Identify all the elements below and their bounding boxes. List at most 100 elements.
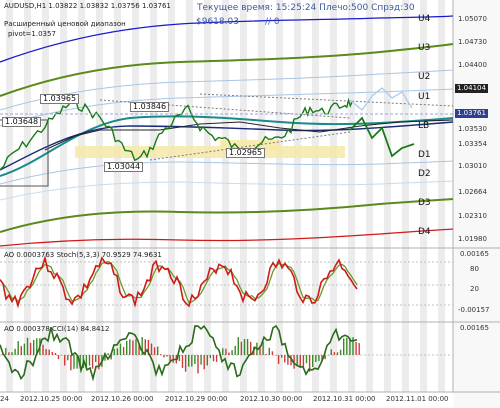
- ao-bar: [88, 355, 91, 366]
- time-label: 2012.10.26 00:00: [91, 395, 154, 403]
- stoch-tick: 20: [470, 285, 479, 293]
- ao-bar: [150, 343, 153, 355]
- ao-bar: [305, 355, 308, 364]
- level-label-lb: LB: [418, 121, 430, 131]
- account-balance: $9618.03: [196, 17, 239, 27]
- ao-bar: [122, 347, 125, 355]
- level-label-u2: U2: [418, 72, 431, 82]
- price-tick: 1.05070: [458, 15, 487, 23]
- session-stripe: [186, 0, 193, 392]
- session-stripe: [78, 0, 85, 392]
- time-label: 2012.10.30 00:00: [240, 395, 303, 403]
- ao-bar: [346, 337, 348, 355]
- price-annotation: 1.03648: [2, 117, 42, 127]
- server-time: Текущее время: 15:25:24 Плечо:500 Спрэд:…: [197, 3, 415, 13]
- price-tick: 1.03530: [458, 125, 487, 133]
- price-tick: 1.04730: [458, 38, 487, 46]
- ao-bar: [51, 351, 53, 355]
- level-label-d4: D4: [418, 227, 431, 237]
- ao-bar: [262, 341, 264, 355]
- session-stripe: [204, 0, 211, 392]
- cci-panel-label: AO 0.000378 CCI(14) 84.8412: [4, 325, 110, 333]
- level-label-u3: U3: [418, 43, 431, 53]
- ao-bar: [153, 347, 156, 355]
- ao-bar: [166, 355, 168, 357]
- session-stripe: [222, 0, 229, 392]
- stoch-tick: -0.00157: [458, 306, 490, 314]
- ao-bar: [17, 341, 19, 355]
- ao-bar: [33, 340, 35, 355]
- ao-bar: [29, 342, 32, 355]
- price-tick: 1.03010: [458, 162, 487, 170]
- ao-bar: [163, 355, 165, 358]
- ao-bar: [126, 340, 128, 355]
- price-tick: 1.04400: [458, 61, 487, 69]
- ao-bar: [157, 346, 159, 355]
- session-stripe: [366, 0, 373, 392]
- ao-bar: [57, 355, 60, 360]
- ao-bar: [60, 355, 63, 356]
- ao-bar: [352, 337, 354, 355]
- ao-bar: [42, 344, 44, 355]
- current-price-tag: 1.03761: [455, 109, 488, 118]
- ao-bar: [274, 355, 277, 356]
- ao-bar: [215, 355, 218, 362]
- ao-bar: [343, 338, 345, 355]
- ao-bar: [234, 345, 236, 355]
- ao-bar: [95, 355, 97, 363]
- ao-bar: [327, 355, 329, 356]
- ao-bar: [135, 339, 137, 355]
- ao-bar: [11, 352, 13, 355]
- level-label-d1: D1: [418, 150, 431, 160]
- session-stripe: [150, 0, 157, 392]
- ao-bar: [231, 350, 233, 355]
- ao-bar: [113, 349, 115, 355]
- price-tick-highlight: 1.04104: [455, 84, 488, 93]
- ao-bar: [225, 348, 227, 355]
- price-tick: 1.02310: [458, 212, 487, 220]
- ao-bar: [200, 355, 202, 365]
- chart-window: AUDUSD,H1 1.03822 1.03832 1.03756 1.0376…: [0, 0, 500, 408]
- ao-bar: [265, 353, 267, 355]
- level-label-u4: U4: [418, 14, 431, 24]
- time-label: 2012.10.31 00:00: [313, 395, 376, 403]
- indicator-name: Расширенный ценовой диапазон: [4, 20, 126, 28]
- ao-bar: [184, 355, 187, 372]
- price-tick: 1.01980: [458, 235, 487, 243]
- session-stripe: [438, 0, 445, 392]
- ao-bar: [160, 354, 162, 355]
- ao-bar: [129, 339, 131, 355]
- ao-bar: [209, 355, 212, 359]
- ao-bar: [191, 355, 193, 367]
- ao-bar: [178, 355, 181, 362]
- ao-bar: [203, 355, 205, 370]
- session-stripe: [240, 0, 247, 392]
- session-stripe: [420, 0, 427, 392]
- session-stripe: [348, 0, 355, 392]
- ao-bar: [312, 355, 314, 368]
- session-stripe: [168, 0, 175, 392]
- ao-bar: [64, 355, 66, 366]
- price-annotation: 1.03044: [104, 162, 144, 172]
- symbol-info: AUDUSD,H1 1.03822 1.03832 1.03756 1.0376…: [4, 2, 171, 10]
- price-annotation: 1.03846: [130, 102, 170, 112]
- ao-bar: [119, 343, 122, 355]
- stoch-tick: 80: [470, 265, 479, 273]
- ao-bar: [91, 355, 94, 369]
- time-label: 2012.10.29 00:00: [165, 395, 228, 403]
- ao-bar: [20, 346, 22, 355]
- ao-bar: [188, 355, 190, 367]
- ao-bar: [330, 349, 332, 355]
- ao-bar: [8, 352, 10, 355]
- level-label-u1: U1: [418, 92, 431, 102]
- ao-bar: [339, 349, 342, 355]
- price-tick: 1.03354: [458, 140, 487, 148]
- time-label: 24: [0, 395, 9, 403]
- session-stripe: [384, 0, 391, 392]
- ao-bar: [70, 355, 72, 371]
- price-annotation: 1.03965: [40, 94, 80, 104]
- ao-bar: [212, 355, 215, 362]
- ao-bar: [14, 348, 16, 355]
- ao-bar: [277, 355, 280, 364]
- price-tick: 1.02664: [458, 188, 487, 196]
